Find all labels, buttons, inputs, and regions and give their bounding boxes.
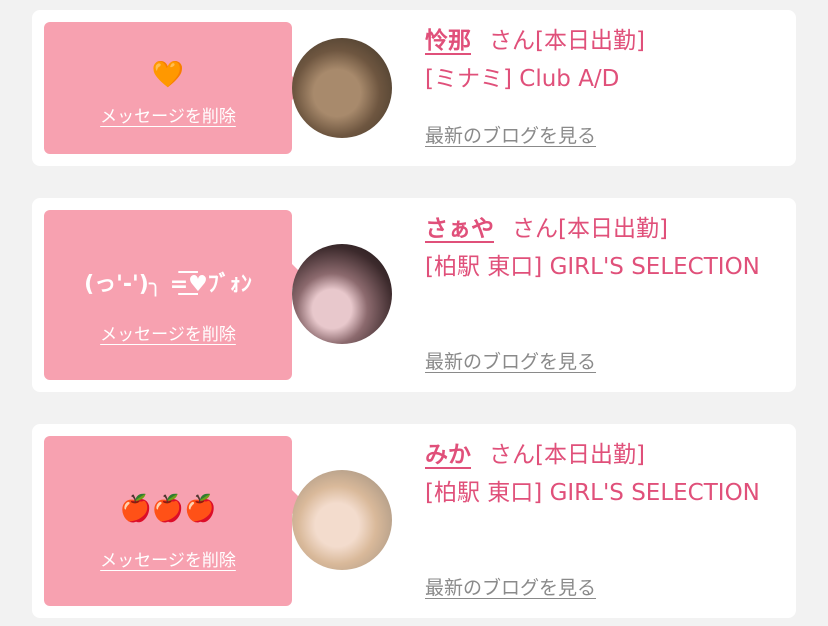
cast-status: さん[本日出勤] — [512, 216, 668, 242]
latest-blog-link[interactable]: 最新のブログを見る — [425, 573, 596, 600]
cast-info: 怜那 さん[本日出勤] [ミナミ] Club A/D — [425, 24, 785, 98]
cast-name-line: 怜那 さん[本日出勤] — [425, 24, 785, 58]
latest-blog-link[interactable]: 最新のブログを見る — [425, 347, 596, 374]
favorite-list: 🧡 メッセージを削除 怜那 さん[本日出勤] [ミナミ] Club A/D 最新の… — [0, 0, 828, 626]
avatar[interactable] — [292, 38, 392, 138]
cast-name-line: さぁや さん[本日出勤] — [425, 212, 785, 246]
shop-name: [柏駅 東口] GIRL'S SELECTION — [425, 254, 760, 280]
shop-name: [ミナミ] Club A/D — [425, 66, 620, 92]
cast-status: さん[本日出勤] — [489, 442, 645, 468]
cast-info: みか さん[本日出勤] [柏駅 東口] GIRL'S SELECTION — [425, 438, 785, 512]
message-text: 🍎🍎🍎 — [119, 494, 217, 524]
latest-blog-link[interactable]: 最新のブログを見る — [425, 121, 596, 148]
cast-name-link[interactable]: さぁや — [425, 216, 494, 242]
shop-name: [柏駅 東口] GIRL'S SELECTION — [425, 480, 760, 506]
cast-card: (っ'-')╮ =͟͟͞♥ﾌﾞｫﾝ メッセージを削除 さぁや さん[本日出勤] [… — [32, 198, 796, 392]
message-bubble: 🍎🍎🍎 メッセージを削除 — [44, 436, 304, 606]
avatar[interactable] — [292, 470, 392, 570]
delete-message-link[interactable]: メッセージを削除 — [44, 102, 292, 127]
cast-name-link[interactable]: 怜那 — [425, 28, 471, 54]
cast-card: 🍎🍎🍎 メッセージを削除 みか さん[本日出勤] [柏駅 東口] GIRL'S S… — [32, 424, 796, 618]
avatar[interactable] — [292, 244, 392, 344]
cast-card: 🧡 メッセージを削除 怜那 さん[本日出勤] [ミナミ] Club A/D 最新の… — [32, 10, 796, 166]
cast-name-link[interactable]: みか — [425, 442, 471, 468]
cast-status: さん[本日出勤] — [489, 28, 645, 54]
message-text: (っ'-')╮ =͟͟͞♥ﾌﾞｫﾝ — [84, 272, 252, 297]
delete-message-link[interactable]: メッセージを削除 — [44, 546, 292, 571]
cast-info: さぁや さん[本日出勤] [柏駅 東口] GIRL'S SELECTION — [425, 212, 785, 286]
message-bubble: (っ'-')╮ =͟͟͞♥ﾌﾞｫﾝ メッセージを削除 — [44, 210, 304, 380]
message-bubble: 🧡 メッセージを削除 — [44, 22, 304, 154]
delete-message-link[interactable]: メッセージを削除 — [44, 320, 292, 345]
message-text: 🧡 — [151, 60, 185, 90]
cast-name-line: みか さん[本日出勤] — [425, 438, 785, 472]
